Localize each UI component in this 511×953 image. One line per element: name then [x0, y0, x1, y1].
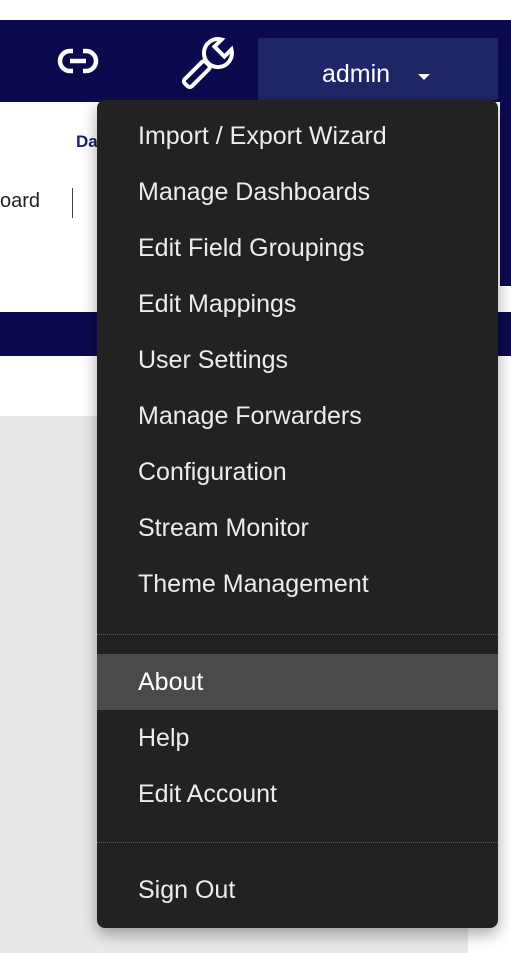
- menu-item-label: Manage Dashboards: [138, 178, 371, 206]
- menu-item-label: Sign Out: [138, 876, 236, 904]
- menu-item-import-export-wizard[interactable]: Import / Export Wizard: [97, 110, 498, 162]
- menu-item-edit-account[interactable]: Edit Account: [97, 768, 498, 820]
- menu-item-label: About: [138, 668, 204, 696]
- menu-item-manage-dashboards[interactable]: Manage Dashboards: [97, 166, 498, 218]
- tools-button[interactable]: [168, 30, 244, 100]
- link-icon: [57, 46, 99, 76]
- menu-item-stream-monitor[interactable]: Stream Monitor: [97, 502, 498, 554]
- dashboard-tab-fragment[interactable]: Da: [76, 132, 98, 152]
- user-menu-button[interactable]: admin: [258, 38, 498, 100]
- menu-item-label: Manage Forwarders: [138, 402, 362, 430]
- user-name-label: admin: [322, 60, 391, 88]
- menu-item-manage-forwarders[interactable]: Manage Forwarders: [97, 390, 498, 442]
- menu-item-label: Configuration: [138, 458, 287, 486]
- menu-divider: [97, 634, 498, 635]
- menu-item-edit-field-groupings[interactable]: Edit Field Groupings: [97, 222, 498, 274]
- menu-item-configuration[interactable]: Configuration: [97, 446, 498, 498]
- link-button[interactable]: [48, 36, 108, 86]
- menu-item-label: Theme Management: [138, 570, 369, 598]
- user-dropdown-menu: Import / Export Wizard Manage Dashboards…: [97, 100, 498, 928]
- menu-item-help[interactable]: Help: [97, 712, 498, 764]
- menu-item-label: Help: [138, 724, 190, 752]
- caret-down-icon: [418, 74, 430, 80]
- app-window: admin Da oard Import / Export Wizard Man…: [0, 0, 511, 953]
- menu-item-label: Edit Mappings: [138, 290, 297, 318]
- menu-item-label: Import / Export Wizard: [138, 122, 387, 150]
- nav-separator: [72, 188, 73, 218]
- menu-item-label: Edit Account: [138, 780, 277, 808]
- menu-item-about[interactable]: About: [97, 654, 498, 710]
- secondary-nav-edge: [500, 102, 511, 286]
- menu-item-label: Stream Monitor: [138, 514, 309, 542]
- menu-item-label: Edit Field Groupings: [138, 234, 365, 262]
- dashboard-link-fragment[interactable]: oard: [0, 190, 40, 213]
- wrench-icon: [181, 37, 234, 90]
- menu-item-user-settings[interactable]: User Settings: [97, 334, 498, 386]
- menu-divider: [97, 842, 498, 843]
- menu-item-theme-management[interactable]: Theme Management: [97, 558, 498, 610]
- menu-item-label: User Settings: [138, 346, 289, 374]
- menu-item-edit-mappings[interactable]: Edit Mappings: [97, 278, 498, 330]
- menu-item-sign-out[interactable]: Sign Out: [97, 864, 498, 916]
